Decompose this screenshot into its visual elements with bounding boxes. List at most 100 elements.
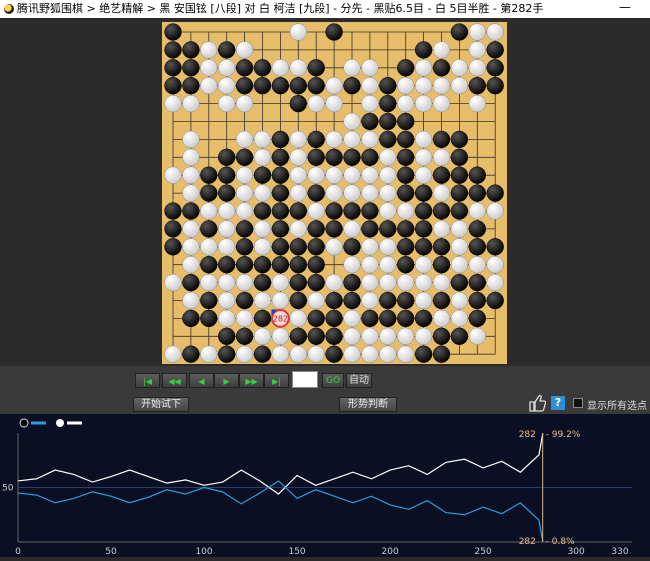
white-stone — [450, 291, 469, 310]
white-stone — [379, 327, 397, 345]
white-stone — [218, 291, 236, 310]
white-stone — [235, 94, 254, 113]
black-stone — [414, 345, 433, 363]
black-stone — [486, 238, 504, 256]
white-stone — [182, 94, 200, 113]
black-stone — [397, 148, 415, 166]
minimize-button[interactable]: — — [610, 0, 640, 18]
black-stone — [414, 220, 433, 238]
black-stone — [200, 184, 218, 202]
black-stone — [468, 291, 486, 310]
x-tick-label: 50 — [105, 547, 117, 557]
white-stone — [450, 309, 469, 328]
window-titlebar: 腾讯野狐围棋 > 绝艺精解 > 黑 安国铉 [八段] 对 白 柯洁 [九段] -… — [0, 0, 650, 18]
last-move-button[interactable]: ▶| — [264, 373, 289, 388]
white-stone — [361, 238, 379, 256]
white-stone — [307, 94, 325, 113]
back-fast-button[interactable]: ◀◀ — [162, 373, 187, 388]
black-stone — [289, 256, 307, 274]
move-number-input[interactable] — [292, 371, 318, 388]
black-stone — [397, 59, 415, 77]
black-stone — [379, 112, 397, 131]
white-stone — [379, 345, 397, 363]
white-stone — [414, 59, 433, 77]
situation-judgement-button[interactable]: 形势判断 — [339, 397, 397, 412]
white-stone — [414, 256, 433, 274]
white-stone — [397, 327, 415, 345]
black-stone — [325, 291, 343, 310]
black-stone — [432, 166, 451, 184]
white-stone — [414, 148, 433, 166]
white-stone — [253, 184, 272, 202]
white-stone — [379, 148, 397, 166]
white-stone — [414, 130, 433, 149]
black-stone — [397, 166, 415, 184]
black-stone — [468, 220, 486, 238]
black-stone — [325, 148, 343, 166]
black-stone — [361, 309, 379, 328]
forward-button[interactable]: ▶ — [214, 373, 239, 388]
auto-play-button[interactable]: 自动 — [346, 373, 372, 388]
white-stone — [200, 202, 218, 220]
black-stone — [432, 130, 451, 149]
x-tick-label: 150 — [288, 547, 305, 557]
go-button[interactable]: GO — [322, 373, 344, 388]
black-stone — [468, 273, 486, 292]
black-stone — [307, 77, 325, 95]
black-stone — [307, 273, 325, 292]
white-stone — [182, 130, 200, 149]
start-trial-button[interactable]: 开始试下 — [133, 397, 189, 412]
black-stone — [414, 202, 433, 220]
white-stone — [397, 345, 415, 363]
black-stone — [235, 238, 254, 256]
legend-black-marker — [19, 418, 29, 428]
white-stone — [289, 166, 307, 184]
annotation-value: - 0.8% — [546, 537, 575, 547]
winrate-chart-svg: 0 50 100 150 200 250 300 330 50 282 - 99.2% 282 - 0.… — [2, 418, 632, 557]
black-stone — [307, 59, 325, 77]
black-stone — [200, 220, 218, 238]
go-board[interactable]: 282 — [162, 22, 507, 364]
white-stone — [307, 166, 325, 184]
black-stone — [271, 130, 290, 149]
white-stone — [361, 166, 379, 184]
white-stone — [468, 327, 486, 345]
white-stone — [468, 41, 486, 59]
white-stone — [379, 238, 397, 256]
thumbs-up-icon[interactable] — [528, 394, 546, 412]
black-stone — [397, 130, 415, 149]
white-stone — [450, 59, 469, 77]
help-icon[interactable]: ? — [551, 396, 565, 410]
white-stone — [343, 345, 361, 363]
white-stone — [307, 202, 325, 220]
forward-fast-button[interactable]: ▶▶ — [239, 373, 264, 388]
black-stone — [450, 130, 469, 149]
black-stone — [200, 256, 218, 274]
white-stone — [361, 184, 379, 202]
black-stone — [361, 112, 379, 131]
black-stone — [235, 59, 254, 77]
white-stone — [325, 184, 343, 202]
black-stone — [253, 59, 272, 77]
white-stone — [235, 166, 254, 184]
white-stone — [343, 327, 361, 345]
white-stone — [343, 256, 361, 274]
white-stone — [486, 273, 504, 292]
black-stone — [450, 23, 469, 41]
black-stone — [271, 220, 290, 238]
black-stone — [486, 41, 504, 59]
black-stone — [182, 202, 200, 220]
white-stone — [218, 202, 236, 220]
white-stone — [361, 77, 379, 95]
first-move-button[interactable]: |◀ — [135, 373, 160, 388]
white-stone — [325, 94, 343, 113]
black-stone — [432, 327, 451, 345]
x-tick-label: 200 — [382, 547, 399, 557]
back-button[interactable]: ◀ — [189, 373, 214, 388]
show-all-points-checkbox[interactable] — [573, 398, 583, 408]
black-stone — [253, 166, 272, 184]
white-stone — [343, 112, 361, 131]
black-stone — [253, 77, 272, 95]
white-stone — [235, 202, 254, 220]
white-stone — [379, 273, 397, 292]
